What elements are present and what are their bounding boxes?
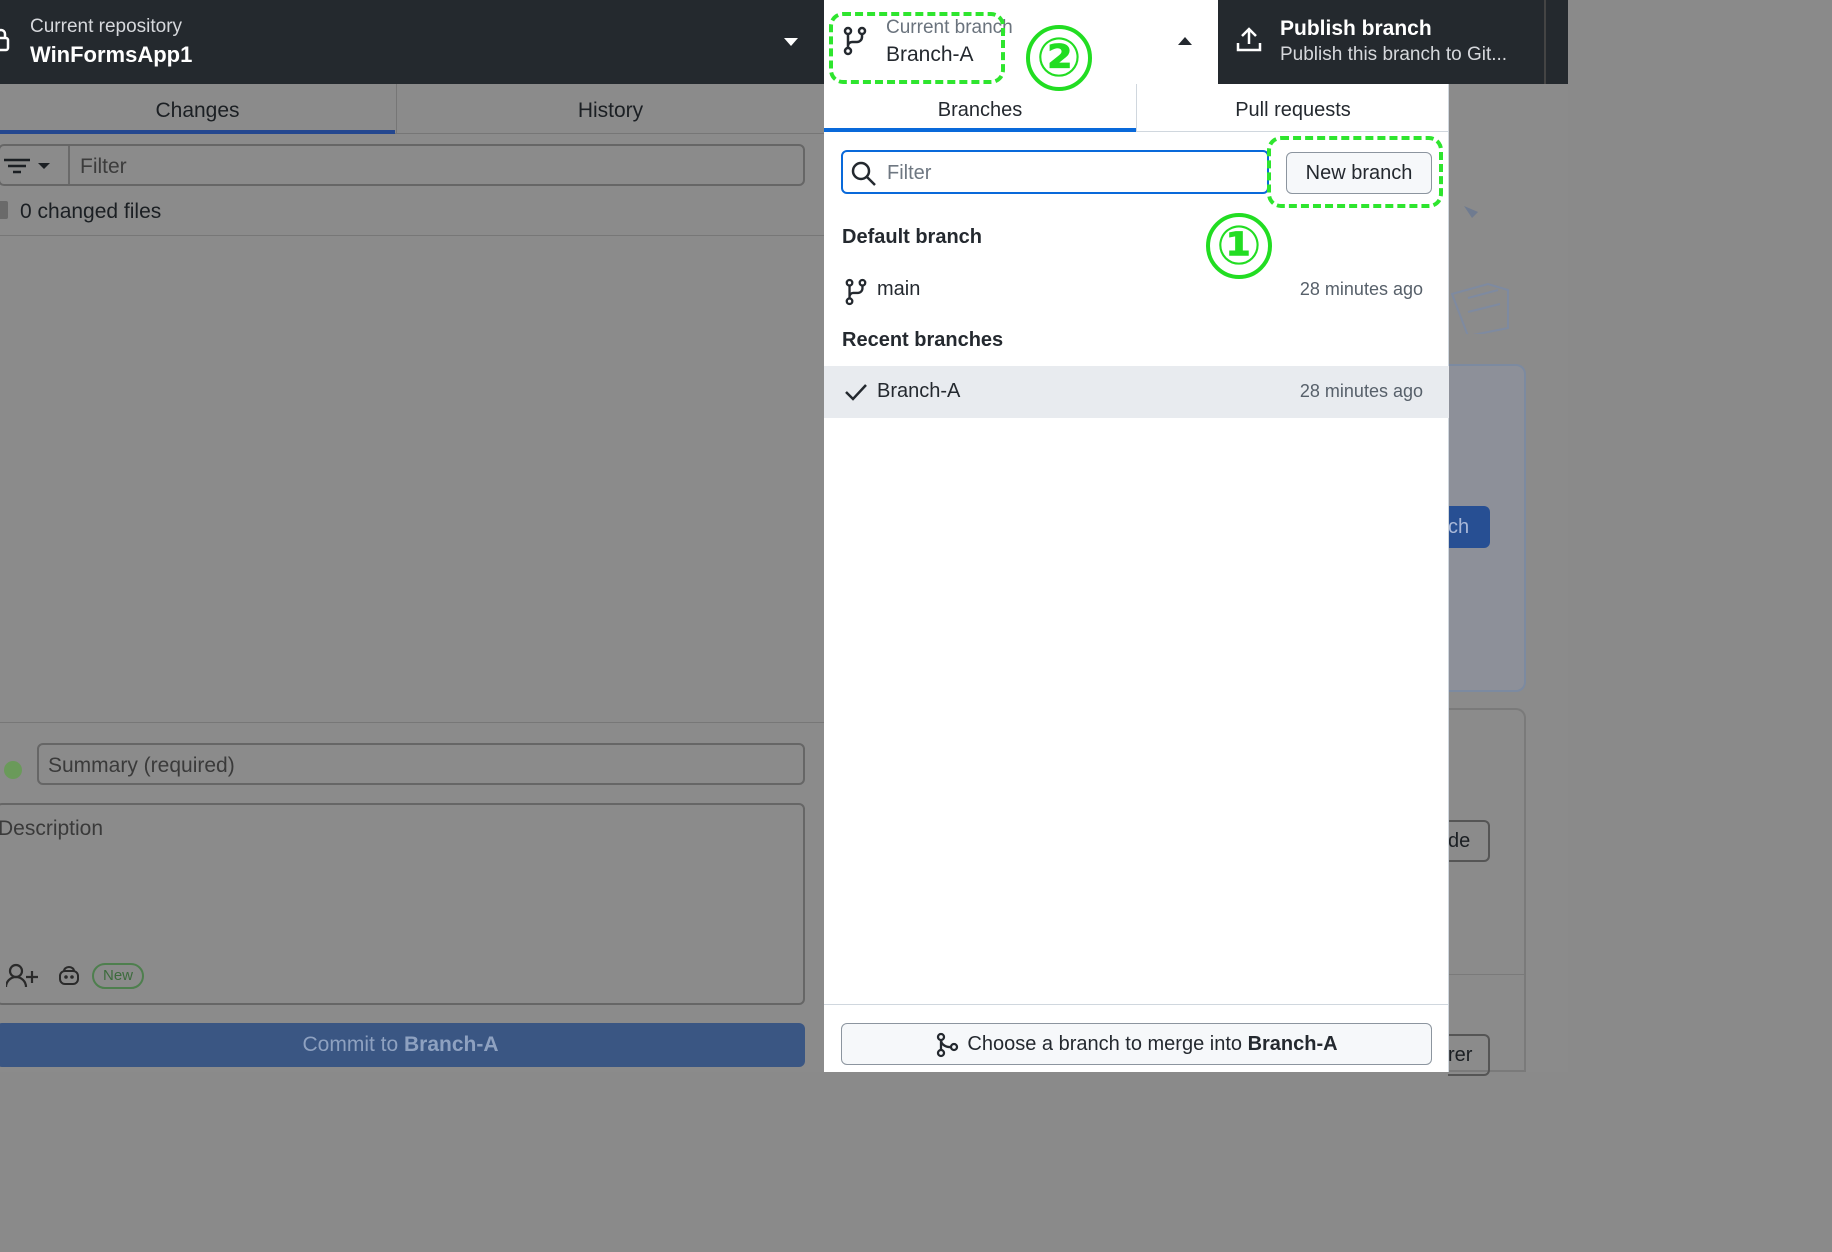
new-badge: New xyxy=(92,963,145,989)
filter-options-icon[interactable] xyxy=(4,158,56,174)
tab-history[interactable]: History xyxy=(396,84,824,134)
commit-form: Summary (required) Description New Commi… xyxy=(0,722,824,1072)
chevron-up-icon xyxy=(1178,37,1192,45)
commit-button-prefix: Commit to xyxy=(302,1033,404,1056)
tab-pull-requests[interactable]: Pull requests xyxy=(1136,84,1449,132)
annotation-highlight-current-branch xyxy=(829,12,1005,84)
description-field[interactable]: Description New xyxy=(0,803,805,1005)
git-merge-icon xyxy=(937,1032,959,1057)
publish-subtitle: Publish this branch to Git... xyxy=(1280,44,1508,65)
branch-item-branch-a[interactable]: Branch-A 28 minutes ago xyxy=(824,366,1449,418)
illustration-icon xyxy=(1450,206,1509,334)
annotation-highlight-new-branch xyxy=(1267,136,1443,208)
branch-time: 28 minutes ago xyxy=(1299,381,1423,401)
branch-name: Branch-A xyxy=(877,380,961,402)
default-branch-heading: Default branch xyxy=(842,226,983,248)
changes-filter[interactable]: Filter xyxy=(0,144,805,186)
current-repository-button[interactable]: Current repository WinFormsApp1 xyxy=(0,0,824,84)
repository-name: WinFormsApp1 xyxy=(30,42,193,67)
git-branch-icon xyxy=(845,278,867,306)
changed-files-count: 0 changed files xyxy=(20,200,162,223)
merge-branch-name: Branch-A xyxy=(1247,1033,1338,1055)
action-button[interactable]: rer xyxy=(1448,1034,1490,1076)
tab-branches[interactable]: Branches xyxy=(824,84,1136,132)
publish-branch-button[interactable]: Publish branch Publish this branch to Gi… xyxy=(1218,0,1546,84)
annotation-step-2: ② xyxy=(1026,25,1092,91)
repository-label: Current repository xyxy=(30,16,183,37)
select-all-checkbox[interactable] xyxy=(0,201,8,219)
divider xyxy=(1544,0,1546,84)
branch-tabs: Branches Pull requests xyxy=(824,84,1449,132)
commit-branch-name: Branch-A xyxy=(404,1033,499,1056)
branch-dropdown: Branches Pull requests Filter New branch… xyxy=(824,84,1449,1072)
repository-overview: ch de rer xyxy=(1448,84,1568,1076)
filter-input[interactable]: Filter xyxy=(80,155,127,179)
recent-branches-heading: Recent branches xyxy=(842,329,1004,351)
merge-branch-button[interactable]: Choose a branch to merge into Branch-A xyxy=(841,1023,1432,1065)
changes-panel: Changes History Filter 0 changed files S… xyxy=(0,84,824,1072)
lock-icon xyxy=(0,28,10,52)
branch-filter-input[interactable]: Filter xyxy=(841,150,1269,194)
avatar xyxy=(4,761,22,779)
commit-button[interactable]: Commit to Branch-A xyxy=(0,1023,805,1067)
divider xyxy=(68,146,70,184)
branch-time: 28 minutes ago xyxy=(1299,279,1423,299)
action-button[interactable]: ch xyxy=(1448,506,1490,548)
summary-input[interactable]: Summary (required) xyxy=(37,743,805,785)
branch-item-main[interactable]: main 28 minutes ago xyxy=(824,264,1449,316)
changes-history-tabs: Changes History xyxy=(0,84,824,134)
branch-name: main xyxy=(877,278,921,300)
action-button[interactable]: de xyxy=(1448,820,1490,862)
add-co-author-icon[interactable] xyxy=(6,963,38,989)
chevron-down-icon xyxy=(784,38,798,46)
search-icon xyxy=(851,161,876,186)
publish-title: Publish branch xyxy=(1280,17,1432,40)
annotation-step-1: ① xyxy=(1206,213,1272,279)
check-icon xyxy=(845,384,867,401)
card xyxy=(1448,708,1526,1072)
toolbar: Current repository WinFormsApp1 Current … xyxy=(0,0,1568,84)
tab-changes[interactable]: Changes xyxy=(0,84,395,134)
changed-files-header: 0 changed files xyxy=(0,196,824,236)
copilot-icon[interactable] xyxy=(58,965,80,987)
filter-placeholder: Filter xyxy=(887,162,932,184)
upload-icon xyxy=(1236,27,1262,52)
merge-footer: Choose a branch to merge into Branch-A xyxy=(824,1004,1449,1072)
merge-prefix: Choose a branch to merge into xyxy=(967,1033,1248,1055)
description-placeholder: Description xyxy=(0,817,104,840)
divider xyxy=(1448,974,1526,975)
